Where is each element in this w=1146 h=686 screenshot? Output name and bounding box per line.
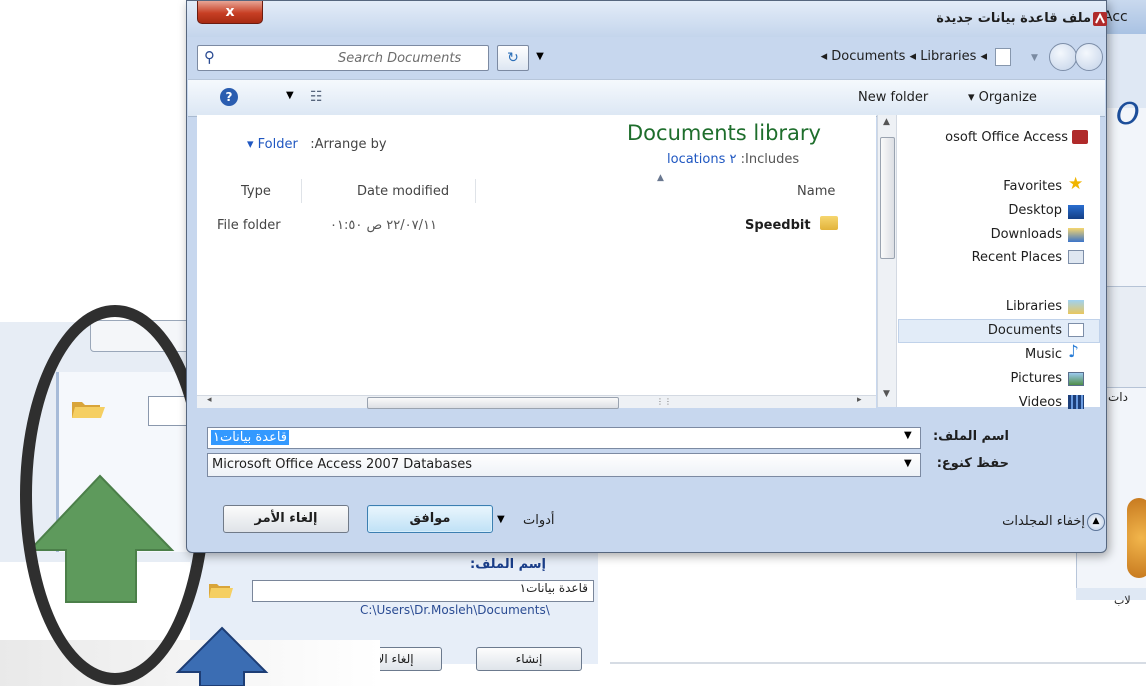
collapse-icon[interactable]: ▲ bbox=[1087, 513, 1105, 531]
arrange-by-dropdown[interactable]: ▾ Folder bbox=[247, 137, 298, 152]
sort-caret-icon: ▲ bbox=[657, 173, 664, 183]
file-name-selected-text[interactable]: قاعدة بيانات١ bbox=[211, 430, 290, 445]
nav-item-music[interactable]: Music bbox=[1025, 347, 1062, 362]
blue-arrow-icon bbox=[175, 626, 269, 686]
breadcrumb[interactable]: ◂ Documents ◂ Libraries ◂ bbox=[727, 49, 987, 64]
row-name[interactable]: Speedbit bbox=[745, 218, 811, 233]
file-name-label: اسم الملف: bbox=[932, 429, 1009, 444]
save-as-type-value: Microsoft Office Access 2007 Databases bbox=[212, 457, 473, 472]
video-icon bbox=[1068, 395, 1084, 409]
file-name-field[interactable]: قاعدة بيانات١ ▼ bbox=[207, 427, 921, 449]
vertical-scrollbar[interactable]: ▲ ▼ bbox=[878, 115, 897, 407]
highlight-oval bbox=[20, 305, 210, 685]
address-bar[interactable]: ◂ Documents ◂ Libraries ◂ bbox=[727, 45, 1027, 69]
column-header-date[interactable]: Date modified bbox=[357, 184, 449, 199]
hide-folders-button[interactable]: إخفاء المجلدات bbox=[955, 514, 1085, 529]
search-icon: ⚲ bbox=[204, 48, 215, 66]
chevron-down-icon[interactable]: ▼ bbox=[1031, 53, 1038, 63]
grip-icon: ⋮⋮ bbox=[656, 397, 672, 406]
chevron-down-icon[interactable]: ▼ bbox=[904, 430, 912, 441]
document-icon bbox=[995, 48, 1011, 66]
row-date: ٢٢/٠٧/١١ ص ٠١:٥٠ bbox=[330, 218, 437, 233]
refresh-icon[interactable]: ↻ bbox=[497, 45, 529, 71]
locations-link[interactable]: locations ٢ bbox=[667, 152, 736, 167]
column-divider[interactable] bbox=[301, 179, 302, 203]
new-folder-button[interactable]: New folder bbox=[858, 90, 928, 105]
folder-icon bbox=[820, 216, 838, 230]
nav-item-documents[interactable]: Documents bbox=[988, 323, 1062, 338]
arrange-by: ▾ Folder :Arrange by bbox=[247, 137, 387, 152]
file-list[interactable]: Documents library locations ٢ :Includes … bbox=[197, 115, 876, 395]
horizontal-scrollbar[interactable]: ◂ ⋮⋮ ▸ bbox=[197, 395, 876, 409]
forward-button[interactable] bbox=[1075, 43, 1103, 71]
organize-button[interactable]: ▾ Organize bbox=[968, 90, 1037, 105]
view-icon[interactable]: ☷ bbox=[310, 89, 323, 105]
star-icon: ★ bbox=[1068, 174, 1084, 194]
scrollbar-thumb[interactable]: ⋮⋮ bbox=[367, 397, 672, 409]
scroll-up-icon[interactable]: ▲ bbox=[883, 117, 890, 127]
access-icon bbox=[1072, 130, 1088, 144]
document-icon bbox=[1068, 323, 1084, 337]
save-as-type-select[interactable]: Microsoft Office Access 2007 Databases ▼ bbox=[207, 453, 921, 477]
scrollbar-thumb[interactable] bbox=[880, 137, 895, 259]
nav-item-pictures[interactable]: Pictures bbox=[1011, 371, 1062, 386]
scroll-down-icon[interactable]: ▼ bbox=[883, 389, 890, 399]
column-header-type[interactable]: Type bbox=[241, 184, 271, 199]
new-database-dialog: x ملف قاعدة بيانات جديدة ⚲ Search Docume… bbox=[186, 0, 1107, 553]
back-button[interactable] bbox=[1049, 43, 1077, 71]
close-icon: x bbox=[225, 4, 235, 20]
column-divider[interactable] bbox=[475, 179, 476, 203]
navigation-pane: ▲ ▼ osoft Office Access Favorites ★ Desk… bbox=[877, 115, 1100, 410]
nav-item-libraries[interactable]: Libraries bbox=[1006, 299, 1062, 314]
chevron-down-icon[interactable]: ▼ bbox=[904, 458, 912, 469]
recent-locations-dropdown[interactable]: ▼ bbox=[531, 45, 549, 69]
arrange-by-label: :Arrange by bbox=[310, 137, 387, 152]
cancel-button[interactable]: إلغاء الأمر bbox=[223, 505, 349, 533]
view-dropdown[interactable]: ▼ bbox=[286, 90, 294, 101]
ok-button[interactable]: موافق bbox=[367, 505, 493, 533]
help-icon[interactable]: ? bbox=[220, 88, 238, 106]
dialog-toolbar: ? ▼ ☷ New folder ▾ Organize bbox=[188, 79, 1105, 117]
column-header-name[interactable]: Name bbox=[797, 184, 835, 199]
nav-item-videos[interactable]: Videos bbox=[1019, 395, 1062, 410]
tools-button[interactable]: أدوات bbox=[523, 513, 555, 528]
music-icon: ♪ bbox=[1068, 342, 1079, 362]
dialog-title: ملف قاعدة بيانات جديدة bbox=[936, 11, 1091, 26]
picture-icon bbox=[1068, 372, 1084, 386]
scroll-left-icon[interactable]: ◂ bbox=[207, 395, 212, 405]
chevron-down-icon[interactable]: ▼ bbox=[497, 514, 505, 525]
download-icon bbox=[1068, 228, 1084, 242]
nav-item-recent-places[interactable]: Recent Places bbox=[972, 250, 1062, 265]
row-type: File folder bbox=[217, 218, 281, 233]
close-button[interactable]: x bbox=[197, 1, 263, 24]
library-title: Documents library bbox=[627, 121, 821, 145]
access-icon bbox=[1093, 11, 1107, 30]
scroll-right-icon[interactable]: ▸ bbox=[857, 395, 862, 405]
nav-item-favorites[interactable]: Favorites bbox=[1003, 179, 1062, 194]
save-as-type-label: حفظ كنوع: bbox=[936, 456, 1009, 471]
desktop-icon bbox=[1068, 205, 1084, 219]
nav-item-access[interactable]: osoft Office Access bbox=[945, 130, 1068, 145]
search-input[interactable]: ⚲ Search Documents bbox=[197, 45, 489, 71]
library-icon bbox=[1068, 300, 1084, 314]
nav-item-desktop[interactable]: Desktop bbox=[1008, 203, 1062, 218]
nav-item-downloads[interactable]: Downloads bbox=[991, 227, 1062, 242]
search-placeholder: Search Documents bbox=[338, 51, 462, 66]
recent-places-icon bbox=[1068, 250, 1084, 264]
library-includes: locations ٢ :Includes bbox=[667, 152, 799, 167]
includes-label: :Includes bbox=[740, 152, 800, 167]
